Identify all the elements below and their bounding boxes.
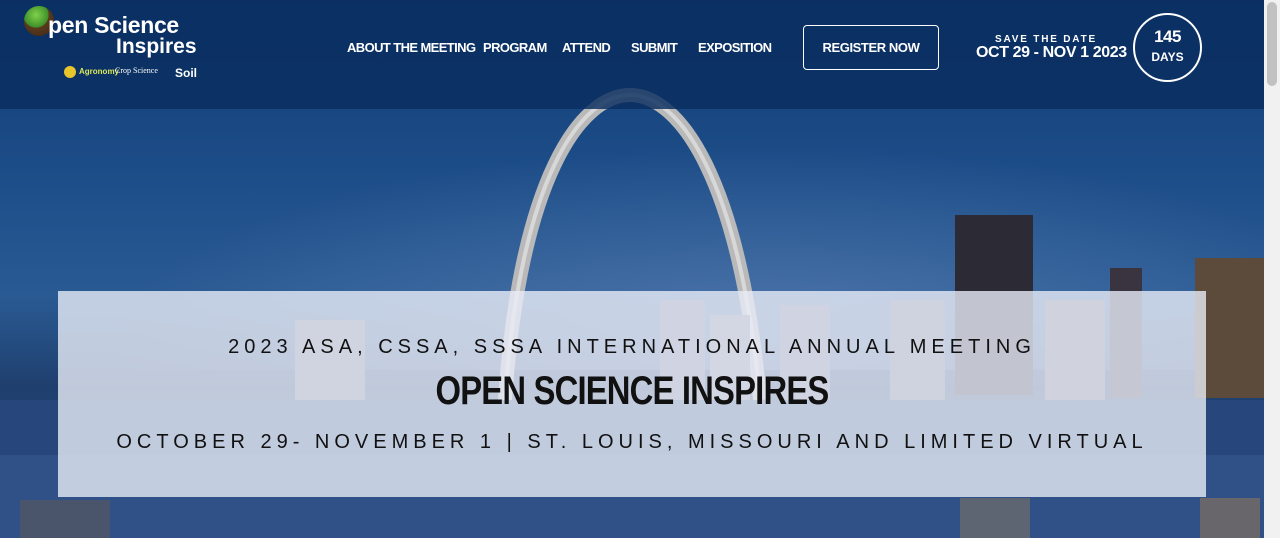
site-header: pen Science Inspires Agronomy Crop Scien…	[0, 0, 1264, 109]
nav-attend[interactable]: ATTEND	[562, 40, 611, 55]
countdown-value: 145	[1154, 27, 1181, 46]
banner-title: OPEN SCIENCE INSPIRES	[435, 369, 830, 413]
days-countdown: 145 DAYS	[1133, 13, 1202, 82]
nav-submit[interactable]: SUBMIT	[631, 40, 678, 55]
register-now-button[interactable]: REGISTER NOW	[803, 25, 939, 70]
page-scrollbar[interactable]	[1264, 0, 1280, 538]
agronomy-logo[interactable]: Agronomy	[64, 66, 119, 78]
nav-exposition[interactable]: EXPOSITION	[698, 40, 772, 55]
nav-about-the-meeting[interactable]: ABOUT THE MEETING	[347, 40, 476, 55]
scrollbar-thumb[interactable]	[1267, 2, 1277, 86]
banner-date-location: OCTOBER 29- NOVEMBER 1 | ST. LOUIS, MISS…	[116, 431, 1148, 453]
countdown-unit: DAYS	[1151, 50, 1184, 64]
nav-program[interactable]: PROGRAM	[483, 40, 547, 55]
save-the-date-dates: OCT 29 - NOV 1 2023	[976, 44, 1127, 61]
open-science-inspires-logo[interactable]: pen Science Inspires Agronomy Crop Scien…	[24, 6, 209, 90]
hero-banner: 2023 ASA, CSSA, SSSA INTERNATIONAL ANNUA…	[58, 291, 1206, 497]
soil-science-logo[interactable]: Soil	[175, 66, 197, 80]
save-the-date: SAVE THE DATE OCT 29 - NOV 1 2023	[976, 34, 1127, 62]
logo-text-line2: Inspires	[116, 35, 197, 58]
crop-science-logo[interactable]: Crop Science	[115, 66, 158, 75]
banner-subtitle: 2023 ASA, CSSA, SSSA INTERNATIONAL ANNUA…	[228, 336, 1036, 358]
